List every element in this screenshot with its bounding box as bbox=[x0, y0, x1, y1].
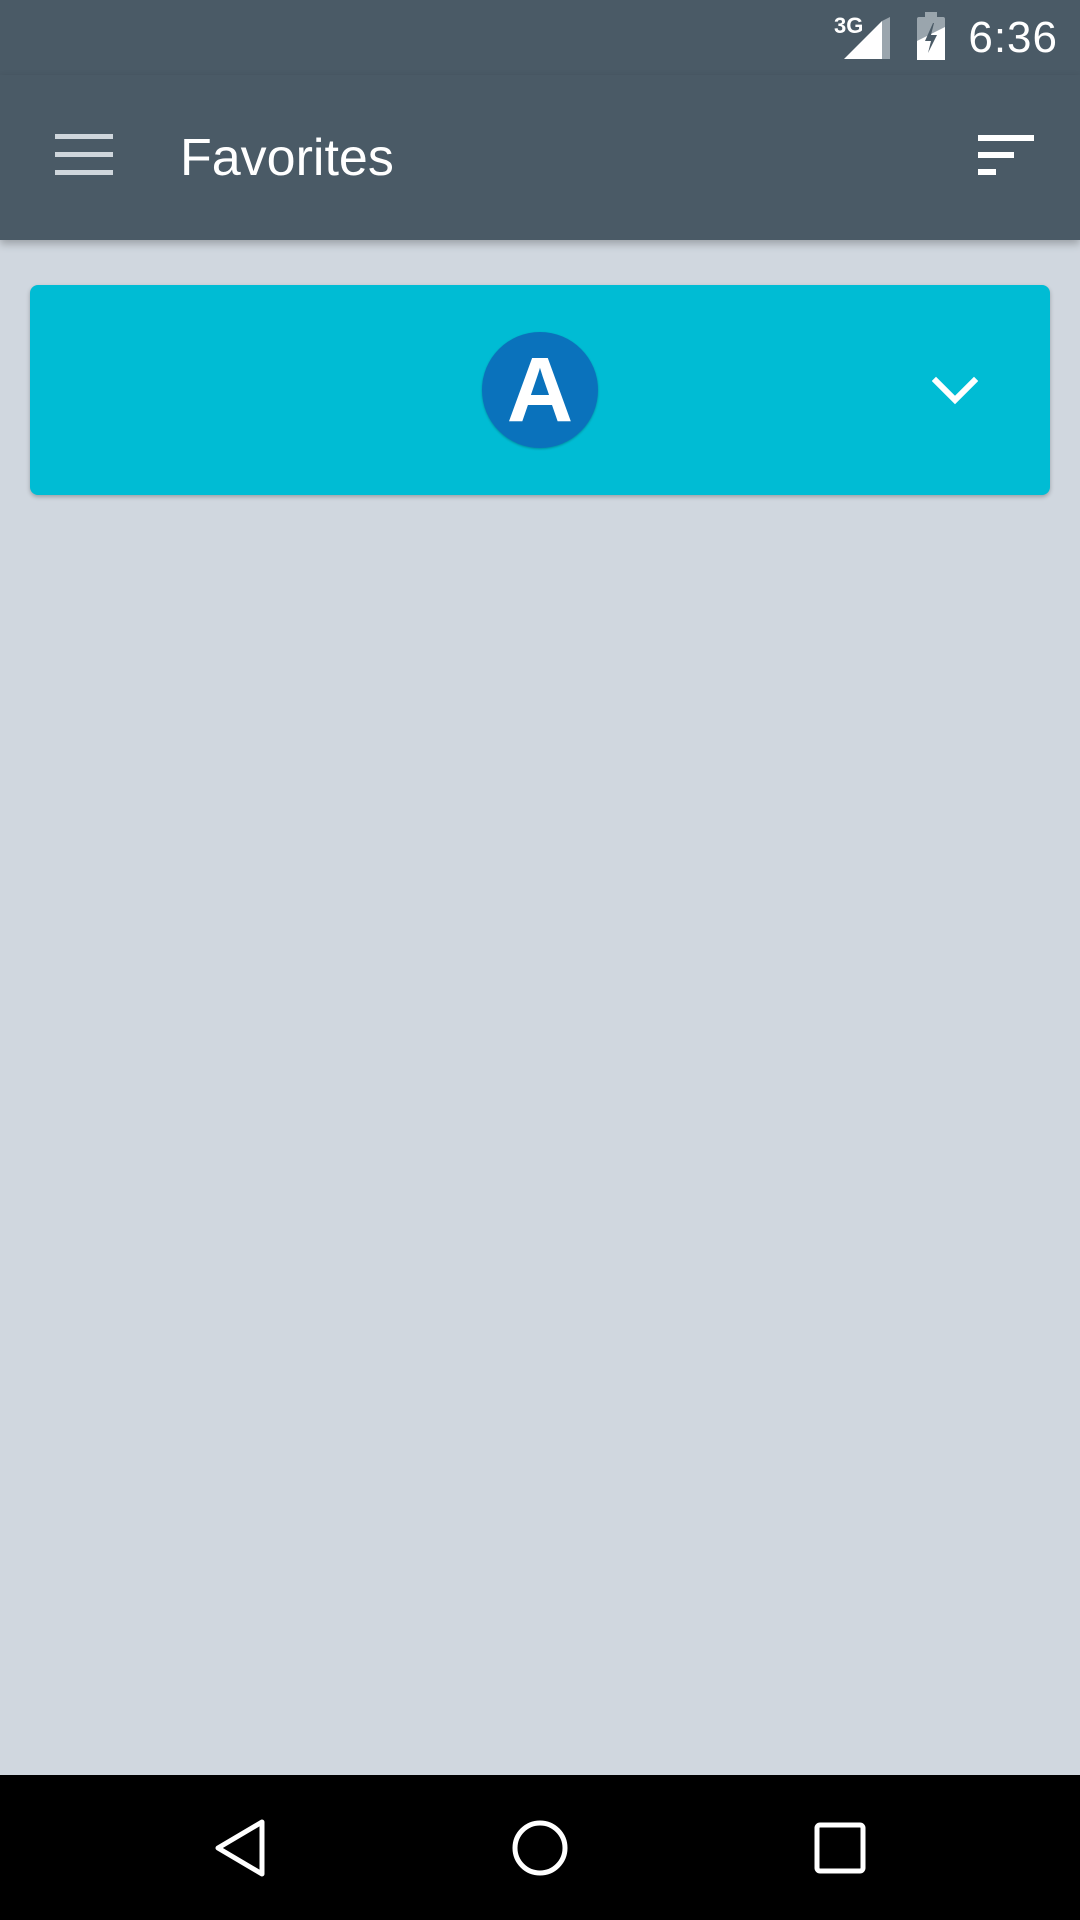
expand-button[interactable] bbox=[920, 355, 990, 425]
back-triangle-icon bbox=[215, 1819, 265, 1876]
status-time: 6:36 bbox=[968, 12, 1058, 62]
navigation-bar bbox=[0, 1775, 1080, 1920]
menu-button[interactable] bbox=[40, 120, 128, 190]
sort-icon bbox=[978, 135, 1034, 175]
page-title: Favorites bbox=[180, 128, 394, 187]
app-bar: Favorites bbox=[0, 75, 1080, 240]
subway-line-badge: A bbox=[482, 332, 598, 448]
recents-button[interactable] bbox=[780, 1775, 900, 1920]
favorite-line-card[interactable]: A bbox=[30, 285, 1050, 495]
back-button[interactable] bbox=[180, 1775, 300, 1920]
recents-square-icon bbox=[814, 1822, 866, 1873]
sort-button[interactable] bbox=[966, 120, 1046, 190]
chevron-down-icon bbox=[932, 376, 978, 405]
status-bar: 3G 6:36 bbox=[0, 0, 1080, 75]
svg-text:3G: 3G bbox=[834, 13, 863, 38]
signal-3g-icon: 3G bbox=[834, 11, 894, 65]
status-icons: 3G 6:36 bbox=[834, 0, 1058, 75]
battery-charging-icon bbox=[916, 11, 946, 65]
home-circle-icon bbox=[512, 1820, 568, 1875]
home-button[interactable] bbox=[480, 1775, 600, 1920]
hamburger-menu-icon bbox=[55, 134, 113, 175]
